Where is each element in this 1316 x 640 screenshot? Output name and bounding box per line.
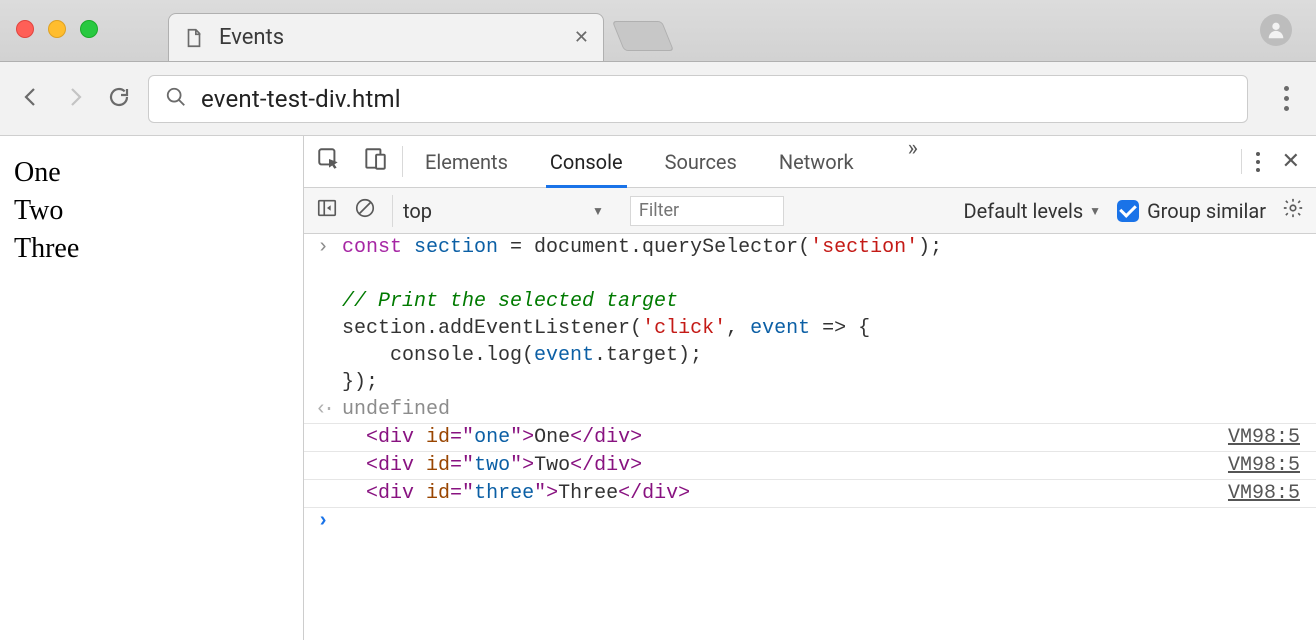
toggle-sidebar-icon[interactable] [316, 197, 338, 224]
address-bar-text: event-test-div.html [201, 85, 401, 113]
back-button[interactable] [16, 85, 46, 113]
more-tabs-icon[interactable]: » [908, 136, 918, 188]
chevron-down-icon: ▼ [1089, 204, 1101, 218]
devtools-panel: Elements Console Sources Network » ✕ top… [304, 136, 1316, 640]
console-log-line: <div id="two">Two</div> VM98:5 [304, 451, 1316, 479]
source-link[interactable]: VM98:5 [1228, 452, 1300, 479]
window-minimize-button[interactable] [48, 20, 66, 38]
window-controls [16, 20, 98, 38]
file-icon [183, 27, 205, 49]
console-toolbar: top ▼ Default levels ▼ Group similar [304, 188, 1316, 234]
console-output[interactable]: const section = document.querySelector('… [304, 234, 1316, 640]
browser-tab[interactable]: Events ✕ [168, 13, 604, 61]
page-line[interactable]: Two [14, 192, 289, 230]
browser-menu-button[interactable] [1272, 86, 1300, 111]
console-settings-icon[interactable] [1282, 197, 1304, 224]
group-similar-label: Group similar [1147, 199, 1266, 223]
devtools-close-icon[interactable]: ✕ [1278, 149, 1304, 174]
browser-tab-title: Events [219, 25, 560, 50]
inspect-element-icon[interactable] [316, 146, 342, 177]
filter-input[interactable] [630, 196, 784, 226]
console-log-line: <div id="three">Three</div> VM98:5 [304, 479, 1316, 507]
reload-button[interactable] [104, 85, 134, 113]
window-close-button[interactable] [16, 20, 34, 38]
context-label: top [403, 199, 432, 223]
log-levels-label: Default levels [964, 199, 1084, 223]
device-toolbar-icon[interactable] [362, 146, 388, 177]
context-selector[interactable]: top ▼ [392, 195, 614, 227]
new-tab-button[interactable] [612, 21, 674, 51]
devtools-tabbar: Elements Console Sources Network » ✕ [304, 136, 1316, 188]
address-bar[interactable]: event-test-div.html [148, 75, 1248, 123]
search-icon [165, 86, 187, 112]
tab-network[interactable]: Network [775, 136, 858, 188]
chevron-down-icon: ▼ [592, 204, 604, 218]
tab-close-icon[interactable]: ✕ [574, 27, 589, 48]
window-zoom-button[interactable] [80, 20, 98, 38]
window-titlebar: Events ✕ [0, 0, 1316, 62]
source-link[interactable]: VM98:5 [1228, 424, 1300, 451]
page-line[interactable]: Three [14, 230, 289, 268]
forward-button[interactable] [60, 85, 90, 113]
page-line[interactable]: One [14, 154, 289, 192]
devtools-menu-icon[interactable] [1256, 152, 1260, 172]
tab-console[interactable]: Console [546, 136, 627, 188]
console-input-line: const section = document.querySelector('… [304, 234, 1316, 396]
console-log-line: <div id="one">One</div> VM98:5 [304, 423, 1316, 451]
page-content[interactable]: One Two Three [0, 136, 304, 640]
profile-avatar-icon[interactable] [1260, 14, 1292, 46]
source-link[interactable]: VM98:5 [1228, 480, 1300, 507]
log-levels-selector[interactable]: Default levels ▼ [964, 199, 1102, 223]
checkbox-checked-icon[interactable] [1117, 200, 1139, 222]
tab-elements[interactable]: Elements [421, 136, 512, 188]
clear-console-icon[interactable] [354, 197, 376, 224]
browser-toolbar: event-test-div.html [0, 62, 1316, 136]
group-similar-toggle[interactable]: Group similar [1117, 199, 1266, 223]
console-prompt[interactable] [304, 507, 1316, 535]
tab-sources[interactable]: Sources [661, 136, 741, 188]
console-return-line: undefined [304, 396, 1316, 423]
